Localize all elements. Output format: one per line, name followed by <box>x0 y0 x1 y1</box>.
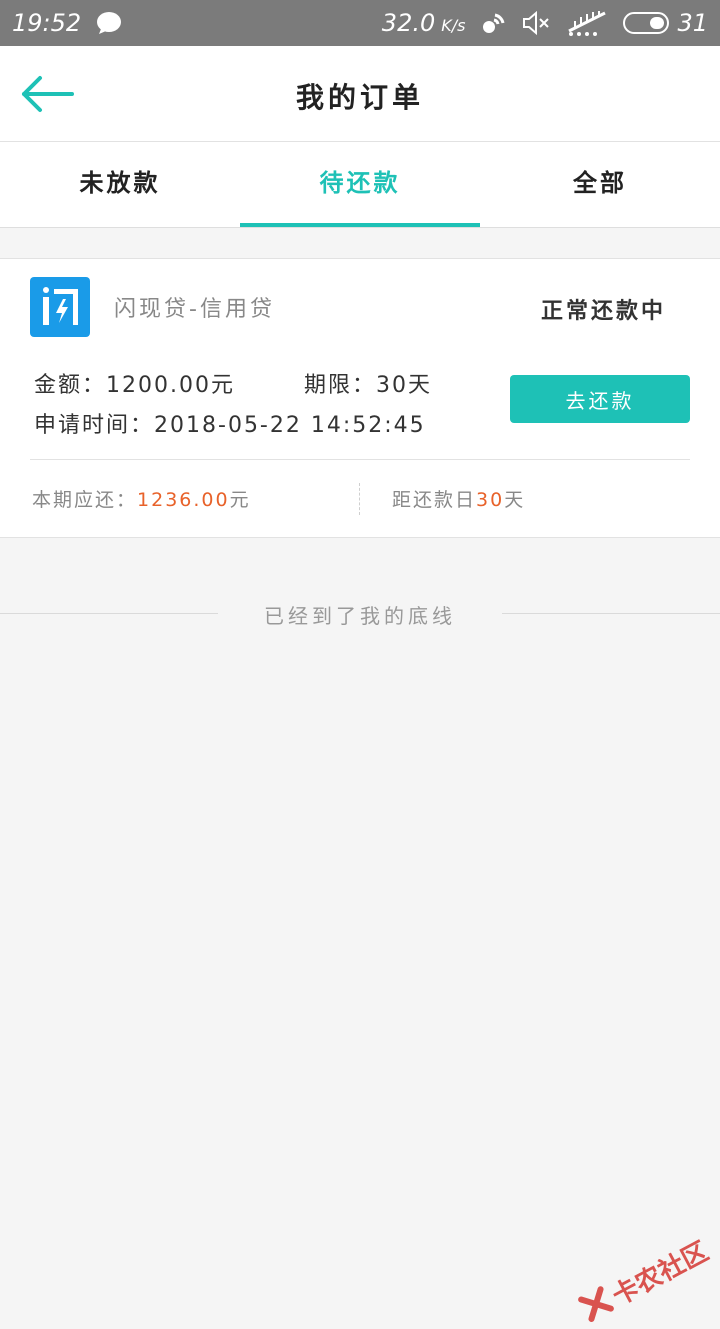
loan-term-label: 期限： <box>304 373 377 398</box>
amount-due-label: 本期应还： <box>32 489 138 511</box>
page-title: 我的订单 <box>295 81 424 114</box>
application-time-value: 2018-05-22 14:52:45 <box>154 413 426 438</box>
order-card: 闪现贷-信用贷 正常还款中 金额：1200.00元 期限：30天 申请时间：20… <box>0 258 720 538</box>
amount-due-unit: 元 <box>229 489 251 511</box>
order-tabs: 未放款 待还款 全部 <box>0 142 720 228</box>
status-time: 19:52 <box>12 9 82 37</box>
list-end-line-right <box>502 613 720 614</box>
product-logo <box>30 277 90 337</box>
amount-due-value: 1236.00 <box>137 489 230 511</box>
network-speed-unit: K/s <box>441 16 466 35</box>
loan-term-value: 30天 <box>376 373 433 398</box>
title-bar: 我的订单 <box>0 46 720 142</box>
mute-icon <box>521 10 551 36</box>
network-speed-value: 32.0 <box>381 9 436 37</box>
list-end-text: 已经到了我的底线 <box>264 604 456 628</box>
loan-term: 期限：30天 <box>304 367 432 399</box>
list-end-indicator: 已经到了我的底线 <box>0 596 720 632</box>
application-time: 申请时间：2018-05-22 14:52:45 <box>34 407 426 439</box>
product-name: 闪现贷-信用贷 <box>114 297 275 322</box>
repay-button[interactable]: 去还款 <box>510 375 690 423</box>
status-right: 32.0 K/s 31 <box>382 9 708 37</box>
chat-bubble-icon <box>95 11 123 35</box>
footer-separator <box>359 483 360 515</box>
loan-amount-label: 金额： <box>34 373 107 398</box>
order-status: 正常还款中 <box>540 299 666 324</box>
days-until-due-value: 30 <box>476 489 505 511</box>
watermark: 卡农社区 <box>575 1231 714 1328</box>
network-speed: 32.0 K/s <box>382 9 466 37</box>
battery-indicator: 31 <box>623 9 708 37</box>
loan-amount-value: 1200.00元 <box>106 373 235 398</box>
status-bar: 19:52 32.0 K/s 31 <box>0 0 720 46</box>
days-until-due: 距还款日30天 <box>392 485 525 512</box>
wifi-hotspot-icon <box>479 9 507 37</box>
card-footer: 本期应还：1236.00元 距还款日30天 <box>0 459 720 539</box>
amount-due: 本期应还：1236.00元 <box>32 485 251 512</box>
battery-level: 31 <box>677 9 708 37</box>
watermark-text: 卡农社区 <box>607 1236 714 1312</box>
battery-icon <box>623 12 670 34</box>
signal-icon <box>565 9 609 37</box>
days-until-due-unit: 天 <box>504 489 526 511</box>
tab-pending-repayment[interactable]: 待还款 <box>240 142 480 227</box>
tab-all[interactable]: 全部 <box>480 142 720 227</box>
application-time-label: 申请时间： <box>34 413 155 438</box>
loan-amount: 金额：1200.00元 <box>34 367 235 399</box>
status-left: 19:52 <box>12 9 123 37</box>
tab-unreleased[interactable]: 未放款 <box>0 142 240 227</box>
days-until-due-label: 距还款日 <box>392 489 477 511</box>
